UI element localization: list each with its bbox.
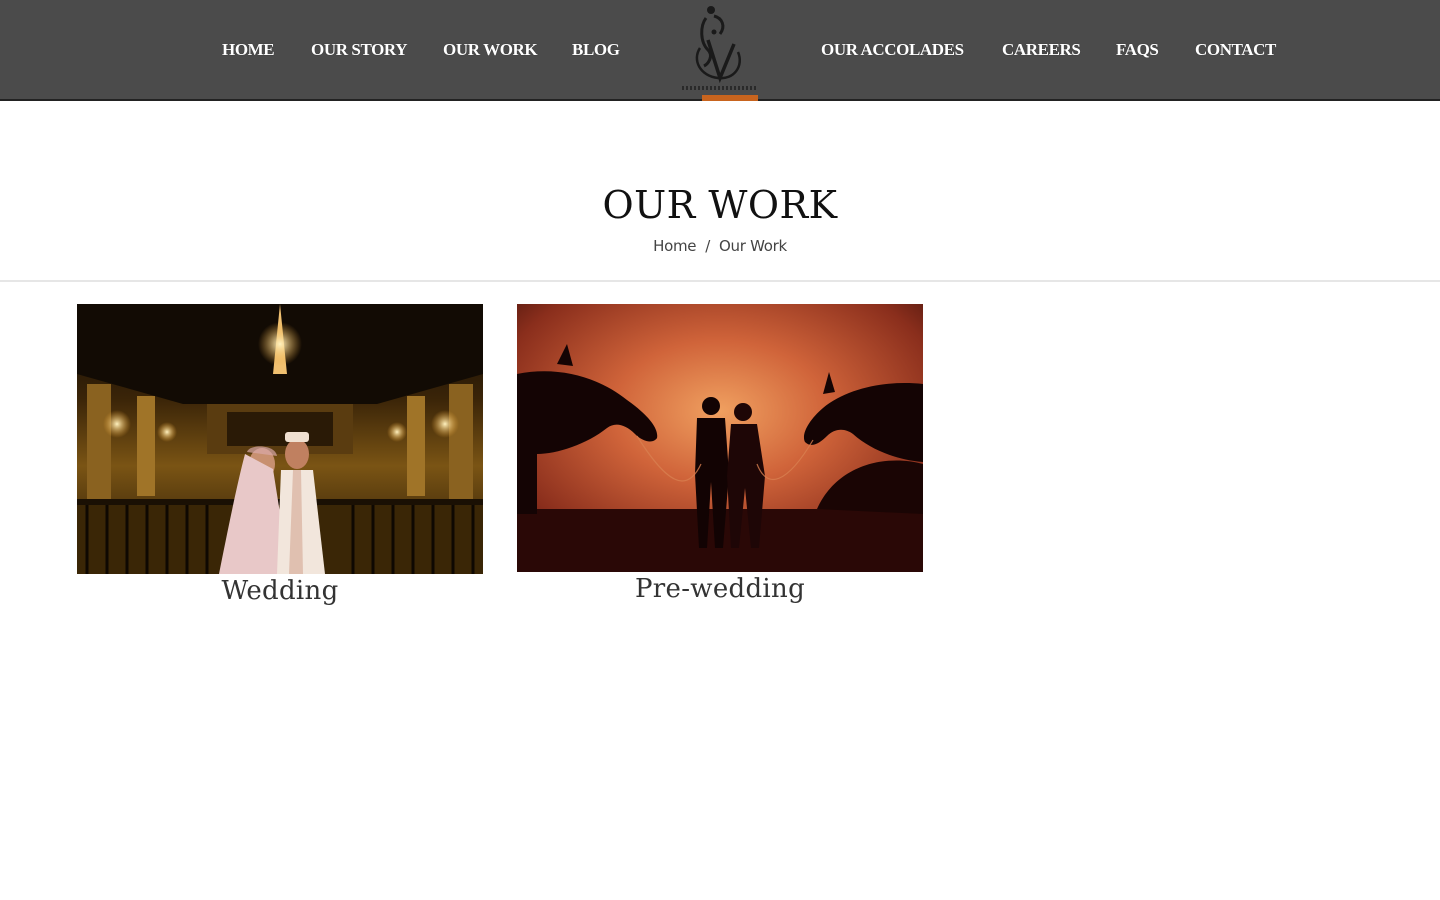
nav-our-accolades[interactable]: OUR ACCOLADES: [821, 39, 964, 61]
top-navigation-bar: HOME OUR STORY OUR WORK BLOG OUR ACCOLAD…: [0, 0, 1440, 101]
gallery-caption-pre-wedding[interactable]: Pre-wedding: [517, 574, 923, 604]
nav-home[interactable]: HOME: [222, 39, 275, 61]
breadcrumb-separator: /: [705, 237, 711, 255]
breadcrumb-current: Our Work: [719, 237, 787, 255]
header-divider: [0, 280, 1440, 282]
pre-wedding-photo[interactable]: [517, 304, 923, 572]
nav-our-work[interactable]: OUR WORK: [443, 39, 538, 61]
nav-contact[interactable]: CONTACT: [1195, 39, 1276, 61]
gallery-caption-wedding[interactable]: Wedding: [77, 576, 483, 606]
breadcrumb-home-link[interactable]: Home: [653, 237, 696, 255]
gallery-card-wedding[interactable]: Wedding: [77, 304, 483, 614]
nav-blog[interactable]: BLOG: [572, 39, 620, 61]
page-title: OUR WORK: [602, 183, 838, 227]
nav-our-story[interactable]: OUR STORY: [311, 39, 407, 61]
nav-faqs[interactable]: FAQS: [1116, 39, 1159, 61]
wedding-photo[interactable]: [77, 304, 483, 574]
monogram-logo-icon[interactable]: [678, 0, 762, 101]
breadcrumb: Home / Our Work: [0, 237, 1440, 255]
nav-careers[interactable]: CAREERS: [1002, 39, 1081, 61]
gallery-card-pre-wedding[interactable]: Pre-wedding: [517, 304, 923, 614]
